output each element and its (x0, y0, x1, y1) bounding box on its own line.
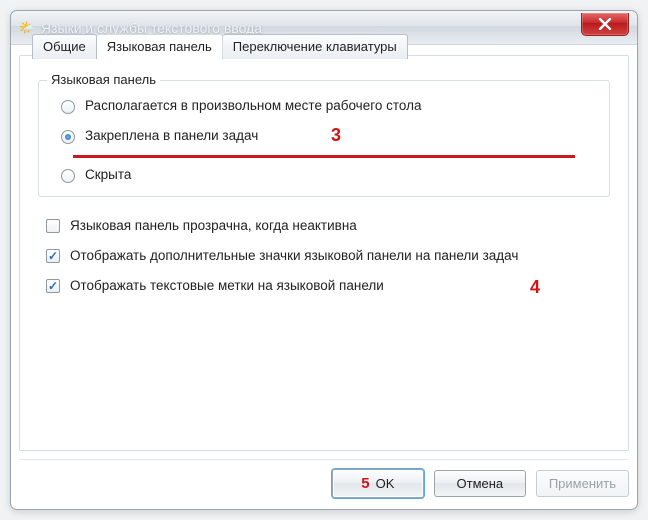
tab-content: Языковая панель Располагается в произвол… (20, 56, 628, 312)
close-button[interactable] (581, 13, 629, 36)
apply-label: Применить (549, 476, 616, 491)
client-area: 1 Общие Языковая панель Переключение кла… (11, 45, 637, 509)
cancel-label: Отмена (457, 476, 504, 491)
cancel-button[interactable]: Отмена (434, 470, 526, 497)
tab-general[interactable]: Общие (32, 34, 97, 59)
annotation-3: 3 (331, 125, 341, 146)
radio-label: Скрыта (85, 167, 131, 182)
radio-icon (61, 100, 75, 114)
ok-button[interactable]: 5 OK (332, 469, 424, 498)
check-text-labels[interactable]: Отображать текстовые метки на языковой п… (40, 271, 610, 301)
dialog-window: 🌤️ Языки и службы текстового ввода 1 Общ… (10, 10, 638, 510)
radio-icon (61, 169, 75, 183)
tabstrip: Общие Языковая панель Переключение клави… (32, 34, 408, 59)
radio-icon (61, 130, 75, 144)
checkbox-icon (46, 249, 60, 263)
check-label: Отображать текстовые метки на языковой п… (70, 277, 384, 295)
options-checks: Языковая панель прозрачна, когда неактив… (40, 211, 610, 302)
check-label: Отображать дополнительные значки языково… (70, 247, 518, 265)
radio-docked[interactable]: Закреплена в панели задач 3 (51, 121, 597, 151)
radio-label: Располагается в произвольном месте рабоч… (85, 98, 421, 113)
group-legend: Языковая панель (47, 72, 160, 87)
radio-hidden[interactable]: Скрыта (51, 160, 597, 190)
language-bar-group: Языковая панель Располагается в произвол… (38, 80, 610, 197)
check-transparent[interactable]: Языковая панель прозрачна, когда неактив… (40, 211, 610, 241)
apply-button: Применить (536, 470, 629, 497)
checkbox-icon (46, 219, 60, 233)
dialog-buttons: 5 OK Отмена Применить (19, 459, 629, 499)
annotation-5: 5 (361, 475, 369, 492)
radio-label: Закреплена в панели задач (85, 128, 258, 143)
tab-switch[interactable]: Переключение клавиатуры (223, 34, 408, 59)
check-extra-icons[interactable]: Отображать дополнительные значки языково… (40, 241, 610, 271)
annotation-underline (73, 155, 575, 158)
tab-panel: Общие Языковая панель Переключение клави… (19, 55, 629, 451)
ok-label: OK (376, 476, 395, 491)
tab-language-bar[interactable]: Языковая панель (97, 34, 223, 60)
checkbox-icon (46, 279, 60, 293)
check-label: Языковая панель прозрачна, когда неактив… (70, 217, 357, 235)
close-icon (598, 18, 612, 30)
radio-float[interactable]: Располагается в произвольном месте рабоч… (51, 91, 597, 121)
